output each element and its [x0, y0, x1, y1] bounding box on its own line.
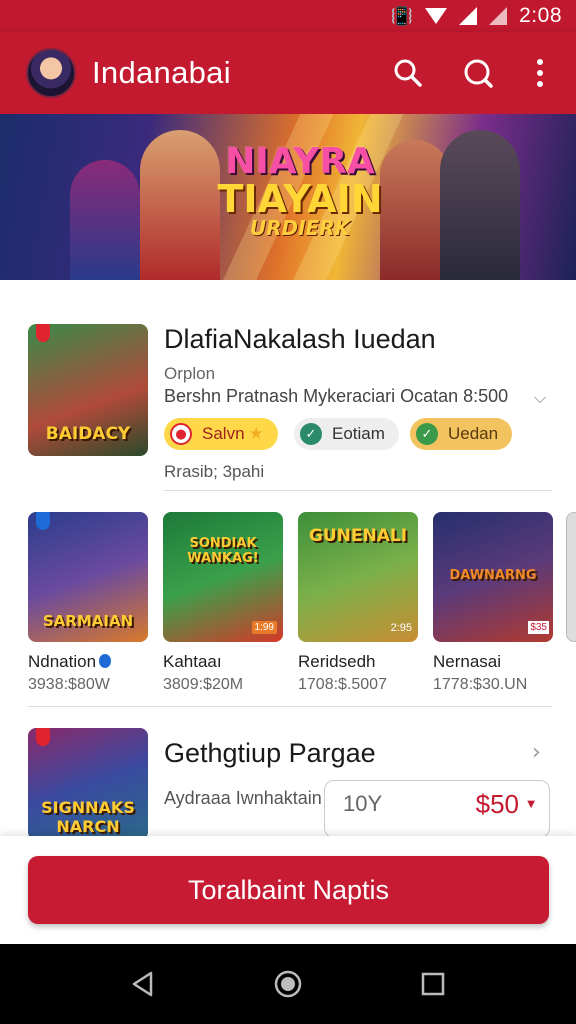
system-nav-bar — [0, 944, 576, 1024]
chevron-right-icon[interactable]: › — [532, 740, 541, 765]
featured-description: Bershn Pratnash Mykeraciari Ocatan 8:500 — [164, 386, 509, 406]
app-carousel[interactable]: SARMAIAN Ndnation 3938:$80W SONDIAK WANK… — [28, 512, 576, 702]
app-price: 3809:$20M — [163, 676, 244, 693]
banner-title: NIAYRA TIAYAIN URDIERK — [217, 141, 383, 240]
app-price: 1778:$30.UN — [433, 676, 528, 693]
bottom-action-area: Toralbaint Naptis — [0, 836, 576, 944]
search-icon[interactable] — [450, 45, 506, 101]
dropdown-icon[interactable]: ▼ — [527, 799, 535, 810]
app-name: Kahtaaı — [163, 652, 222, 671]
price-selector[interactable]: 10Y $50 ▼ — [324, 780, 550, 838]
divider — [164, 490, 552, 491]
price-tag: $35 — [528, 621, 549, 634]
recents-icon[interactable] — [403, 954, 463, 1014]
banner-character — [70, 160, 140, 280]
primary-action-button[interactable]: Toralbaint Naptis — [28, 856, 549, 924]
badge-icon — [36, 728, 50, 746]
app-thumbnail[interactable]: SIGNNAKS NARCN — [28, 728, 148, 840]
signal-icon — [459, 7, 478, 25]
banner-character — [440, 130, 520, 280]
chevron-down-icon[interactable]: ⌵ — [534, 388, 546, 408]
hero-banner[interactable]: NIAYRA TIAYAIN URDIERK — [0, 114, 576, 280]
app-price: 3938:$80W — [28, 676, 110, 693]
app-name: Reridsedh — [298, 652, 376, 671]
app-name: Nernasai — [433, 652, 502, 671]
app-thumbnail[interactable]: SONDIAK WANKAG! 1:99 — [163, 512, 283, 642]
check-icon: ✓ — [300, 423, 322, 445]
section-title: Gethgtiup Pargae — [164, 738, 376, 768]
app-title: Indanabai — [92, 55, 231, 90]
app-thumbnail[interactable]: DAWNARNG $35 — [433, 512, 553, 642]
chip-uedan[interactable]: ✓ Uedan — [410, 418, 513, 450]
badge-icon — [36, 324, 50, 342]
chip-eotiam[interactable]: ✓ Eotiam — [294, 418, 399, 450]
app-thumbnail[interactable] — [566, 512, 576, 642]
badge-icon — [36, 512, 50, 530]
clock: 2:08 — [519, 4, 562, 27]
back-icon[interactable] — [113, 954, 173, 1014]
price-tag: 1:99 — [251, 621, 277, 634]
app-price: 1708:$.5007 — [298, 676, 387, 693]
leaf-icon: ✓ — [416, 423, 438, 445]
second-app[interactable]: SIGNNAKS NARCN Gethgtiup Pargae › Aydraa… — [28, 728, 558, 840]
app-thumbnail[interactable]: GUNENALI 2:95 — [298, 512, 418, 642]
app-thumbnail[interactable]: SARMAIAN — [28, 512, 148, 642]
app-name: Ndnation — [28, 652, 112, 672]
featured-subtitle: Orplon — [164, 364, 216, 383]
search-icon[interactable] — [380, 45, 436, 101]
home-icon[interactable] — [258, 954, 318, 1014]
divider — [28, 706, 552, 707]
section-description: Aydraaa Iwnhaktain — [164, 788, 322, 808]
featured-meta: Rrasib; 3pahi — [164, 462, 265, 481]
featured-app[interactable]: BAIDACY DlafiaNakalash Iuedan Orplon Ber… — [28, 324, 548, 494]
vibrate-icon: 📳 — [390, 5, 414, 27]
verified-icon — [99, 654, 112, 668]
status-bar: 📳 2:08 — [0, 0, 576, 32]
chip-salvn[interactable]: ● Salvn ★ — [164, 418, 278, 450]
price-tag: 2:95 — [390, 622, 412, 634]
featured-title: DlafiaNakalash Iuedan — [164, 324, 436, 354]
signal-icon — [489, 7, 508, 25]
price-left: 10Y — [343, 791, 383, 816]
app-thumbnail[interactable]: BAIDACY — [28, 324, 148, 456]
star-icon: ★ — [248, 424, 264, 444]
shield-icon: ● — [170, 423, 192, 445]
banner-character — [140, 130, 220, 280]
wifi-icon — [425, 8, 448, 24]
more-vert-icon[interactable] — [512, 45, 568, 101]
content-area: BAIDACY DlafiaNakalash Iuedan Orplon Ber… — [0, 280, 576, 840]
price-value: $50 — [475, 789, 519, 819]
avatar[interactable] — [26, 48, 76, 98]
app-bar: Indanabai — [0, 32, 576, 114]
